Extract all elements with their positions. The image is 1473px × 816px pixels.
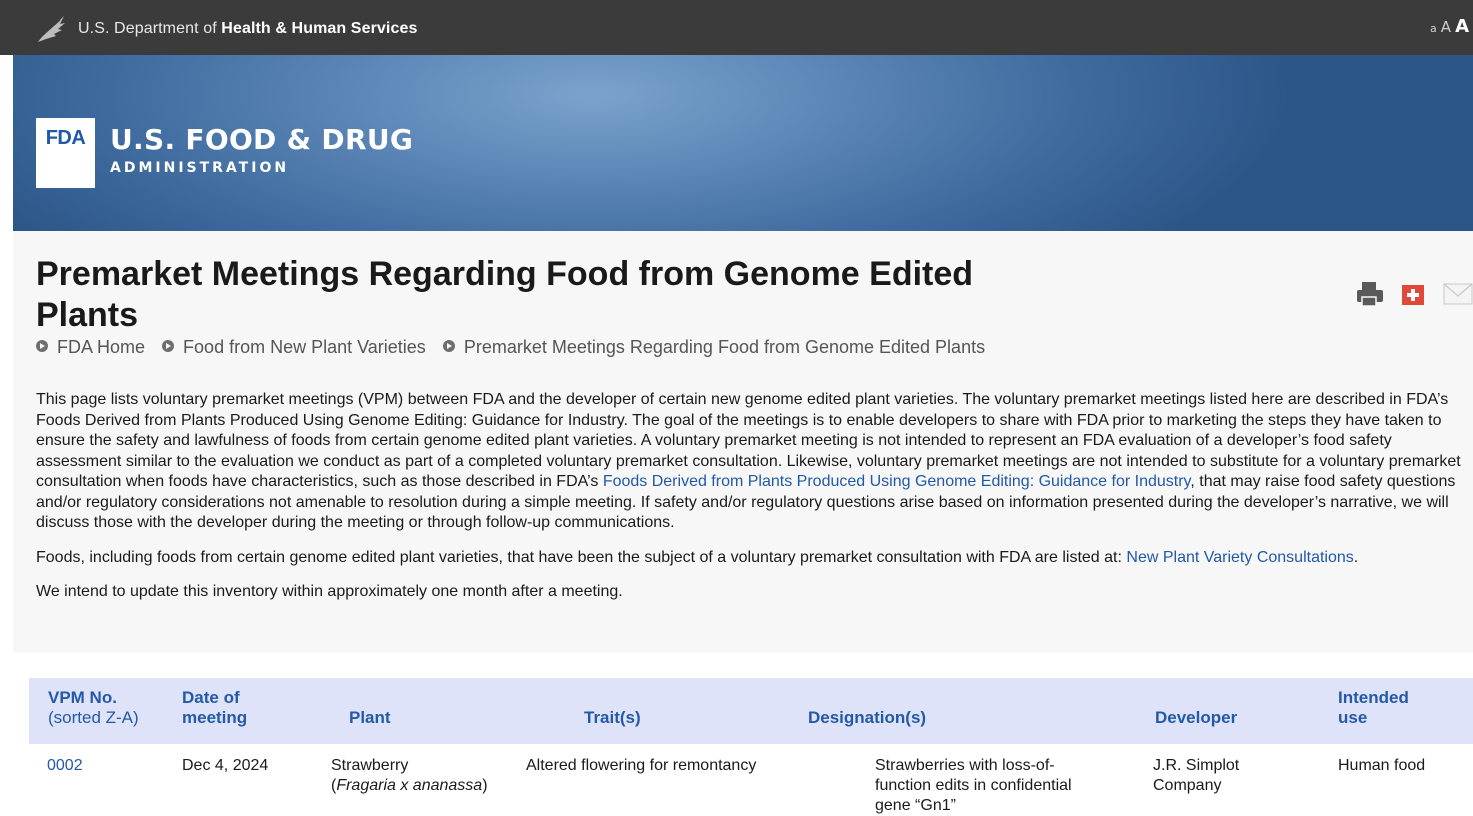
cell-designation: Strawberries with loss-of-function edits… <box>875 757 1072 814</box>
fda-logo-title[interactable]: U.S. FOOD & DRUG <box>110 123 413 156</box>
plant-scientific-name: Fragaria x ananassa <box>336 777 483 794</box>
date-header-l2: meeting <box>182 708 248 727</box>
table-row: 0002 Dec 4, 2024 Strawberry (Fragaria x a… <box>29 744 1473 816</box>
column-header-traits[interactable]: Trait(s) <box>526 678 775 744</box>
intro-p2-tail: . <box>1353 548 1359 566</box>
intro-p2-text: Foods, including foods from certain geno… <box>36 548 1127 566</box>
breadcrumb-item-plant-varieties[interactable]: Food from New Plant Varieties <box>183 337 426 358</box>
cell-intended-use: Human food <box>1338 757 1426 774</box>
guidance-link[interactable]: Foods Derived from Plants Produced Using… <box>603 473 1191 490</box>
vpm-link[interactable]: 0002 <box>47 757 83 774</box>
vpm-header-label: VPM No. <box>48 688 117 707</box>
fda-banner: FDA U.S. FOOD & DRUG ADMINISTRATION <box>13 55 1473 231</box>
print-icon[interactable] <box>1355 280 1385 308</box>
cell-vpm: 0002 <box>29 744 182 816</box>
column-header-designations[interactable]: Designation(s) <box>775 678 1127 744</box>
consultations-link[interactable]: New Plant Variety Consultations <box>1126 549 1353 566</box>
hhs-title[interactable]: U.S. Department of Health & Human Servic… <box>78 20 417 38</box>
intro-paragraph-3: We intend to update this inventory withi… <box>36 583 623 600</box>
cell-plant: Strawberry (Fragaria x ananassa) <box>331 757 488 794</box>
plant-common-name: Strawberry <box>331 757 409 774</box>
breadcrumb-item-current: Premarket Meetings Regarding Food from G… <box>463 336 986 357</box>
intro-text: This page lists voluntary premarket meet… <box>36 390 1473 617</box>
breadcrumb-arrow-icon <box>36 340 48 353</box>
page-title: Premarket Meetings Regarding Food from G… <box>36 255 974 334</box>
hhs-header-bar: U.S. Department of Health & Human Servic… <box>0 0 1473 55</box>
cell-date: Dec 4, 2024 <box>182 757 269 774</box>
text-size-controls: aAA <box>1430 16 1473 37</box>
email-icon[interactable] <box>1443 280 1473 308</box>
fda-logo-mark[interactable]: FDA <box>36 118 95 188</box>
column-header-date[interactable]: Date of meeting <box>182 678 331 744</box>
breadcrumb-item-fda-home[interactable]: FDA Home <box>57 337 145 358</box>
fda-logo-subtitle: ADMINISTRATION <box>110 160 290 176</box>
hhs-eagle-icon[interactable] <box>34 12 68 46</box>
column-header-vpm[interactable]: VPM No. (sorted Z-A) <box>29 678 182 744</box>
date-header-l1: Date of <box>182 688 240 707</box>
cell-trait: Altered flowering for remontancy <box>526 757 757 774</box>
hhs-prefix: U.S. Department of <box>78 20 222 37</box>
cell-developer: J.R. Simplot Company <box>1153 757 1240 794</box>
breadcrumb-arrow-icon <box>162 340 175 353</box>
vpm-table-container: VPM No. (sorted Z-A) Date of meeting Plant… <box>29 678 1473 816</box>
table-header-row: VPM No. (sorted Z-A) Date of meeting Plant… <box>29 678 1473 744</box>
text-size-large-button[interactable]: A <box>1455 16 1469 37</box>
text-size-medium-button[interactable]: A <box>1441 18 1451 36</box>
plus-share-icon[interactable] <box>1400 280 1426 308</box>
hhs-name: Health & Human Services <box>221 20 418 37</box>
intro-paragraph-1: This page lists voluntary premarket meet… <box>36 390 1473 534</box>
column-header-plant[interactable]: Plant <box>331 678 526 744</box>
use-header-l1: Intended <box>1338 688 1409 707</box>
breadcrumb-arrow-icon <box>442 340 455 353</box>
column-header-developer[interactable]: Developer <box>1127 678 1310 744</box>
vpm-table: VPM No. (sorted Z-A) Date of meeting Plant… <box>29 678 1473 816</box>
breadcrumb: FDA Home Food from New Plant Varieties P… <box>36 336 985 358</box>
vpm-sort-label: (sorted Z-A) <box>48 708 139 727</box>
intro-paragraph-2: Foods, including foods from certain geno… <box>36 548 1473 569</box>
column-header-intended-use[interactable]: Intended use <box>1310 678 1473 744</box>
text-size-small-button[interactable]: a <box>1430 22 1437 35</box>
use-header-l2: use <box>1338 708 1368 727</box>
share-tools <box>1355 280 1473 308</box>
fda-mark-text: FDA <box>45 127 86 149</box>
